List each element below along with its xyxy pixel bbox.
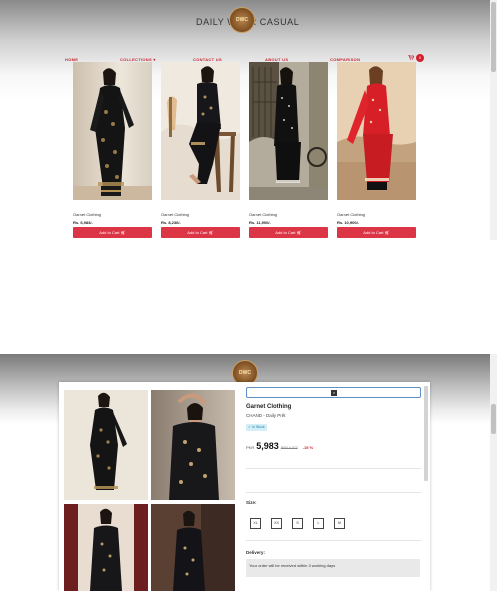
modal-scrollbar[interactable] <box>424 386 428 481</box>
cart-icon: 🛒︎ <box>296 230 302 235</box>
cart-count-badge: 0 <box>416 54 424 62</box>
product-name[interactable]: Garnet Clothing <box>249 212 277 217</box>
product-card[interactable]: Garnet Clothing Rs. 8,236/- Add to Cart … <box>161 62 240 238</box>
divider <box>246 492 421 493</box>
size-label: Size: <box>246 500 257 505</box>
product-card[interactable]: Garnet Clothing Rs. 10,900/- Add to Cart… <box>337 62 416 238</box>
add-to-cart-button[interactable]: Add to Cart 🛒︎ <box>337 227 416 238</box>
page-scrollbar[interactable] <box>490 354 497 591</box>
product-price: Rs. 11,900/- <box>249 220 271 225</box>
add-to-cart-label: Add to Cart <box>99 230 120 235</box>
delivery-info: Your order will be received within 3 wor… <box>246 559 420 577</box>
model-figure-7 <box>64 504 148 591</box>
cart-icon: 🛒︎ <box>208 230 214 235</box>
current-price: 5,983 <box>256 441 279 451</box>
product-image[interactable] <box>161 62 240 200</box>
close-icon[interactable]: × <box>331 390 337 396</box>
price-row: PKR 5,983 PKR 6,973 -15 % <box>246 441 313 451</box>
product-card[interactable]: Garnet Clothing Rs. 11,900/- Add to Cart… <box>249 62 328 238</box>
add-to-cart-label: Add to Cart <box>275 230 296 235</box>
delivery-label: Delivery: <box>246 550 266 555</box>
product-image[interactable] <box>73 62 152 200</box>
model-figure-6 <box>151 390 235 500</box>
modal-top-bar[interactable]: × <box>246 387 421 398</box>
logo-text: DWC <box>239 370 251 376</box>
product-image[interactable] <box>337 62 416 200</box>
product-subtitle: CHAND - Daily Prêt <box>246 413 286 418</box>
product-modal: × Garnet Clothing CHAND - Daily Prêt ✓ I… <box>59 382 430 591</box>
divider <box>246 468 421 469</box>
add-to-cart-label: Add to Cart <box>363 230 384 235</box>
size-option-s[interactable]: S <box>292 518 303 529</box>
gallery-image-1[interactable] <box>64 390 148 500</box>
page-scrollbar-thumb[interactable] <box>491 2 496 72</box>
add-to-cart-button[interactable]: Add to Cart 🛒︎ <box>249 227 328 238</box>
cart-icon: 🛒︎ <box>120 230 126 235</box>
product-title: Garnet Clothing <box>246 404 292 410</box>
cart-icon[interactable] <box>408 54 415 60</box>
product-price: Rs. 6,983/- <box>73 220 93 225</box>
model-figure-4 <box>337 62 416 200</box>
model-figure-8 <box>151 504 235 591</box>
product-detail-view: DWC × Garnet Clothing CHAND - Daily Prêt… <box>0 354 497 591</box>
product-name[interactable]: Garnet Clothing <box>73 212 101 217</box>
model-figure-3 <box>249 62 328 200</box>
divider <box>246 540 421 541</box>
product-name[interactable]: Garnet Clothing <box>161 212 189 217</box>
gallery-image-2[interactable] <box>151 390 235 500</box>
model-figure-5 <box>64 390 148 500</box>
add-to-cart-label: Add to Cart <box>187 230 208 235</box>
currency-label: PKR <box>246 445 255 450</box>
gallery-image-3[interactable] <box>64 504 148 591</box>
add-to-cart-button[interactable]: Add to Cart 🛒︎ <box>161 227 240 238</box>
brand-logo[interactable]: DWC <box>229 7 255 33</box>
size-option-xl[interactable]: XL <box>250 518 261 529</box>
product-image[interactable] <box>249 62 328 200</box>
size-option-xs[interactable]: XS <box>271 518 282 529</box>
gallery-image-4[interactable] <box>151 504 235 591</box>
size-option-m[interactable]: M <box>334 518 345 529</box>
page-scrollbar-thumb[interactable] <box>491 404 496 434</box>
stock-badge-label: In Stock <box>251 425 265 429</box>
add-to-cart-button[interactable]: Add to Cart 🛒︎ <box>73 227 152 238</box>
stock-badge: ✓ In Stock <box>246 424 267 431</box>
size-option-l[interactable]: L <box>313 518 324 529</box>
product-card[interactable]: Garnet Clothing Rs. 6,983/- Add to Cart … <box>73 62 152 238</box>
check-icon: ✓ <box>248 425 251 429</box>
product-price: Rs. 10,900/- <box>337 220 360 225</box>
model-figure-2 <box>161 62 240 200</box>
discount-label: -15 % <box>302 445 314 450</box>
shop-listing-view: DAILY WEAR CASUAL DWC HOME COLLECTIONS ▾… <box>0 0 497 240</box>
cart-icon: 🛒︎ <box>384 230 390 235</box>
product-price: Rs. 8,236/- <box>161 220 181 225</box>
product-name[interactable]: Garnet Clothing <box>337 212 365 217</box>
original-price: PKR 6,973 <box>280 446 298 450</box>
logo-text: DWC <box>236 17 248 23</box>
model-figure-1 <box>73 62 152 200</box>
